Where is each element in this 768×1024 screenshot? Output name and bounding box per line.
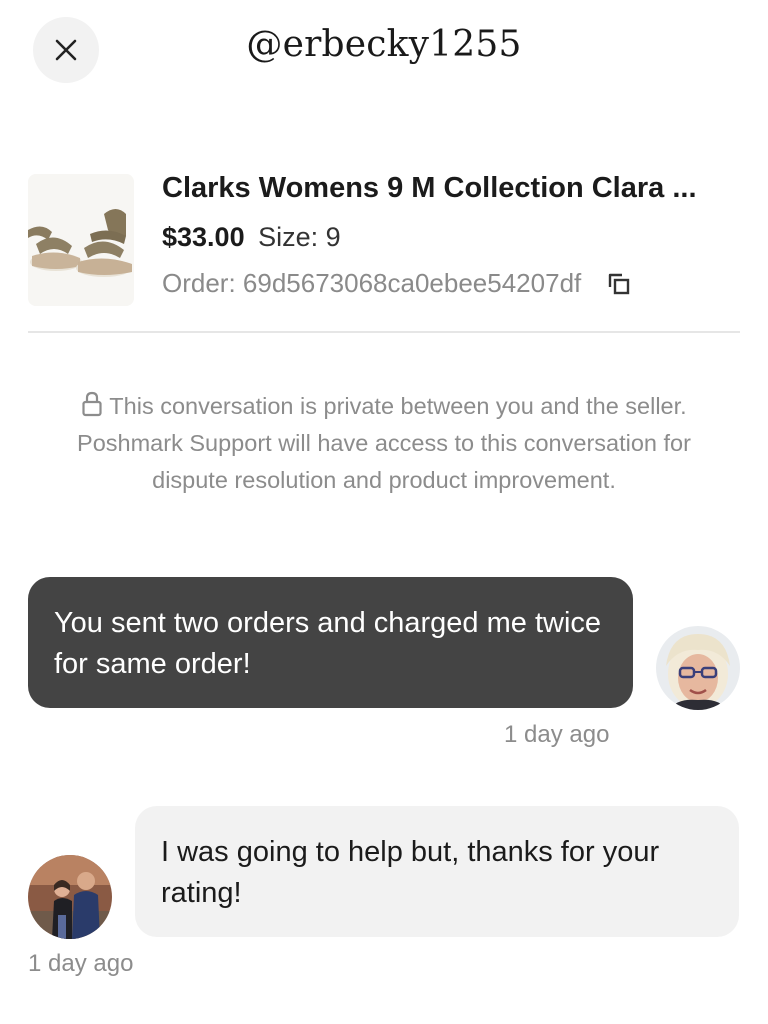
message-timestamp: 1 day ago	[504, 721, 610, 748]
price-line: $33.00 Size: 9	[162, 222, 341, 253]
avatar[interactable]	[656, 626, 740, 710]
message-bubble-sent[interactable]: You sent two orders and charged me twice…	[28, 577, 633, 708]
divider	[28, 331, 740, 333]
chat-screen: @erbecky1255 Clarks Womens 9 M Collectio…	[0, 0, 768, 1024]
product-price: $33.00	[162, 222, 245, 252]
message-timestamp: 1 day ago	[28, 950, 134, 977]
message-text: You sent two orders and charged me twice…	[54, 607, 602, 680]
product-size: Size: 9	[258, 222, 341, 252]
copy-icon[interactable]	[605, 270, 633, 298]
message-text: I was going to help but, thanks for your…	[161, 836, 660, 909]
message-bubble-received[interactable]: I was going to help but, thanks for your…	[135, 806, 739, 937]
lock-icon	[81, 391, 103, 417]
product-card[interactable]: Clarks Womens 9 M Collection Clara ... $…	[28, 170, 740, 310]
privacy-notice: This conversation is private between you…	[60, 388, 708, 499]
avatar[interactable]	[28, 855, 112, 939]
notice-text: This conversation is private between you…	[77, 393, 691, 493]
product-image[interactable]	[28, 174, 134, 306]
order-number: Order: 69d5673068ca0ebee54207df	[162, 268, 582, 298]
order-line: Order: 69d5673068ca0ebee54207df	[162, 268, 633, 299]
product-title[interactable]: Clarks Womens 9 M Collection Clara ...	[162, 172, 740, 205]
page-title: @erbecky1255	[246, 24, 522, 65]
